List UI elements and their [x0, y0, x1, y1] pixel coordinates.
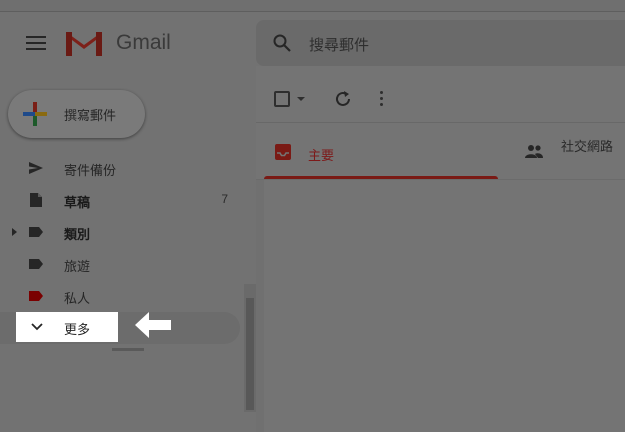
sidebar-item-sent[interactable]: 寄件備份: [0, 152, 240, 184]
sidebar-item-more[interactable]: 更多: [64, 319, 90, 338]
search-icon[interactable]: [272, 33, 292, 53]
inbox-icon: [275, 144, 291, 160]
sidebar-resize-handle[interactable]: [112, 348, 144, 351]
label-icon: [29, 291, 43, 301]
compose-label: 撰寫郵件: [64, 108, 117, 123]
sidebar-item-travel[interactable]: 旅遊: [0, 248, 240, 280]
people-icon: [525, 145, 543, 158]
sidebar-item-categories[interactable]: 類別: [0, 216, 240, 248]
select-dropdown-icon[interactable]: [297, 97, 305, 101]
list-gutter: [256, 180, 264, 432]
main-panel: 主要 社交網路: [256, 66, 625, 432]
tab-label: 社交網路: [561, 139, 614, 154]
plus-icon: [23, 102, 47, 126]
sidebar-scrollbar-thumb[interactable]: [246, 298, 254, 410]
sidebar-item-personal[interactable]: 私人: [0, 280, 240, 312]
send-icon: [29, 162, 43, 174]
tabs-divider: [256, 179, 625, 180]
browser-top-strip: [0, 0, 625, 12]
draft-icon: [30, 193, 42, 207]
header: Gmail 搜尋郵件: [0, 12, 625, 66]
search-bar[interactable]: 搜尋郵件: [256, 20, 625, 66]
drafts-count: 7: [221, 192, 228, 206]
tab-primary[interactable]: 主要: [264, 123, 498, 179]
main-menu-icon[interactable]: [26, 36, 46, 50]
refresh-icon[interactable]: [333, 89, 353, 109]
gmail-logo-icon[interactable]: [64, 28, 104, 58]
left-arrow-icon: [135, 312, 171, 338]
label-icon: [29, 227, 43, 237]
chevron-down-icon: [31, 323, 43, 331]
sidebar-item-label: 類別: [64, 227, 91, 242]
sidebar-item-label: 寄件備份: [64, 163, 117, 178]
sidebar-item-label: 旅遊: [64, 259, 91, 274]
select-all-checkbox[interactable]: [274, 91, 290, 107]
sidebar-item-label: 私人: [64, 291, 91, 306]
label-icon: [29, 259, 43, 269]
app-name: Gmail: [116, 31, 171, 54]
expand-arrow-icon[interactable]: [12, 228, 17, 236]
sidebar: 撰寫郵件 寄件備份 草稿 7 類別 旅遊 私人: [0, 66, 256, 432]
tab-label: 主要: [308, 148, 335, 163]
sidebar-item-drafts[interactable]: 草稿 7: [0, 184, 240, 216]
sidebar-item-label: 草稿: [64, 195, 91, 210]
tab-social[interactable]: 社交網路: [516, 123, 625, 179]
more-options-icon[interactable]: [380, 91, 384, 107]
compose-button[interactable]: 撰寫郵件: [8, 90, 145, 138]
search-input[interactable]: 搜尋郵件: [309, 34, 369, 55]
